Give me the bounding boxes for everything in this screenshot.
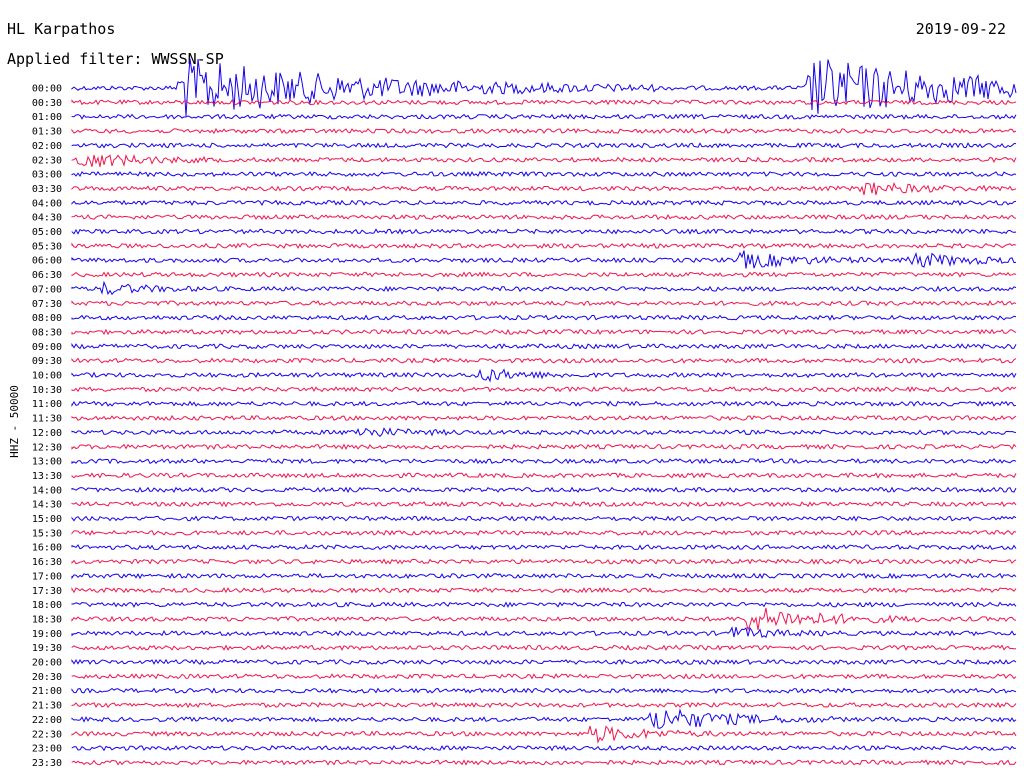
trace-row bbox=[71, 228, 1017, 235]
trace-row bbox=[71, 314, 1017, 321]
trace-row bbox=[71, 529, 1017, 536]
row-label: 18:00 bbox=[32, 600, 62, 611]
row-label: 08:00 bbox=[32, 313, 62, 324]
trace-row bbox=[71, 658, 1017, 666]
row-label: 21:30 bbox=[32, 701, 62, 712]
row-label: 12:00 bbox=[32, 428, 62, 439]
trace-row bbox=[71, 181, 1017, 196]
row-label: 23:00 bbox=[32, 744, 62, 755]
trace-row bbox=[71, 644, 1017, 651]
row-label: 01:30 bbox=[32, 127, 62, 138]
trace-row bbox=[71, 759, 1017, 766]
trace-row bbox=[71, 357, 1017, 364]
row-label: 22:30 bbox=[32, 729, 62, 740]
trace-row bbox=[71, 457, 1017, 465]
trace-row bbox=[71, 586, 1017, 594]
row-label: 18:30 bbox=[32, 614, 62, 625]
row-label: 23:30 bbox=[32, 758, 62, 769]
row-label: 07:00 bbox=[32, 284, 62, 295]
row-label: 13:30 bbox=[32, 471, 62, 482]
row-label: 10:00 bbox=[32, 371, 62, 382]
trace-row bbox=[71, 673, 1017, 680]
trace-row bbox=[71, 170, 1017, 178]
row-label: 12:30 bbox=[32, 442, 62, 453]
row-label: 19:30 bbox=[32, 643, 62, 654]
row-label: 21:00 bbox=[32, 686, 62, 697]
row-label: 07:30 bbox=[32, 299, 62, 310]
trace-row bbox=[71, 328, 1017, 336]
trace-row bbox=[71, 127, 1017, 135]
trace-row bbox=[71, 400, 1017, 407]
row-label: 04:00 bbox=[32, 198, 62, 209]
trace-row bbox=[71, 414, 1017, 422]
trace-row bbox=[71, 708, 1017, 729]
trace-row bbox=[71, 572, 1017, 580]
row-label: 11:30 bbox=[32, 414, 62, 425]
trace-row bbox=[71, 386, 1017, 393]
trace-row bbox=[71, 501, 1017, 508]
row-label: 01:00 bbox=[32, 112, 62, 123]
trace-row bbox=[71, 607, 1017, 632]
trace-row bbox=[71, 154, 1017, 167]
trace-row bbox=[71, 472, 1017, 479]
row-label: 00:00 bbox=[32, 84, 62, 95]
row-label: 20:00 bbox=[32, 658, 62, 669]
trace-row bbox=[71, 58, 1017, 117]
trace-row bbox=[71, 558, 1017, 565]
row-label: 04:30 bbox=[32, 213, 62, 224]
trace-row bbox=[71, 342, 1017, 350]
row-label: 16:30 bbox=[32, 557, 62, 568]
row-label: 00:30 bbox=[32, 98, 62, 109]
helicorder-plot: 00:00 00:30 01:00 01:30 02:00 02:30 03:00 03:30… bbox=[32, 58, 1017, 769]
row-label: 19:00 bbox=[32, 629, 62, 640]
row-label: 06:30 bbox=[32, 270, 62, 281]
trace-row bbox=[71, 271, 1017, 278]
row-label: 20:30 bbox=[32, 672, 62, 683]
row-label: 16:00 bbox=[32, 543, 62, 554]
row-label: 13:00 bbox=[32, 457, 62, 468]
row-label: 17:30 bbox=[32, 586, 62, 597]
trace-row bbox=[71, 113, 1017, 120]
row-label: 05:00 bbox=[32, 227, 62, 238]
row-label: 15:00 bbox=[32, 514, 62, 525]
row-label: 11:00 bbox=[32, 399, 62, 410]
trace-row bbox=[71, 368, 1017, 383]
row-label: 17:00 bbox=[32, 571, 62, 582]
row-label: 05:30 bbox=[32, 241, 62, 252]
trace-row bbox=[71, 626, 1017, 639]
row-label: 03:00 bbox=[32, 170, 62, 181]
trace-row bbox=[71, 544, 1017, 551]
row-label: 14:30 bbox=[32, 500, 62, 511]
row-label: 06:00 bbox=[32, 256, 62, 267]
row-label: 02:00 bbox=[32, 141, 62, 152]
trace-row bbox=[71, 725, 1017, 744]
row-label: 14:00 bbox=[32, 485, 62, 496]
row-label: 22:00 bbox=[32, 715, 62, 726]
row-label: 10:30 bbox=[32, 385, 62, 396]
row-label: 08:30 bbox=[32, 327, 62, 338]
trace-row bbox=[71, 280, 1017, 296]
trace-row bbox=[71, 242, 1017, 250]
trace-row bbox=[71, 486, 1017, 494]
trace-row bbox=[71, 601, 1017, 608]
trace-row bbox=[71, 142, 1016, 149]
trace-row bbox=[71, 213, 1017, 221]
trace-group bbox=[71, 58, 1017, 766]
trace-row bbox=[71, 299, 1017, 307]
trace-row bbox=[71, 701, 1017, 709]
row-label: 02:30 bbox=[32, 155, 62, 166]
row-label-group: 00:00 00:30 01:00 01:30 02:00 02:30 03:00 03:30… bbox=[32, 84, 62, 769]
trace-row bbox=[71, 744, 1017, 752]
trace-row bbox=[71, 515, 1017, 522]
row-label: 15:30 bbox=[32, 528, 62, 539]
trace-row bbox=[71, 199, 1017, 207]
trace-row bbox=[71, 443, 1017, 451]
trace-row bbox=[71, 687, 1017, 694]
row-label: 09:30 bbox=[32, 356, 62, 367]
trace-row bbox=[71, 427, 1017, 437]
trace-row bbox=[71, 250, 1017, 269]
row-label: 09:00 bbox=[32, 342, 62, 353]
row-label: 03:30 bbox=[32, 184, 62, 195]
